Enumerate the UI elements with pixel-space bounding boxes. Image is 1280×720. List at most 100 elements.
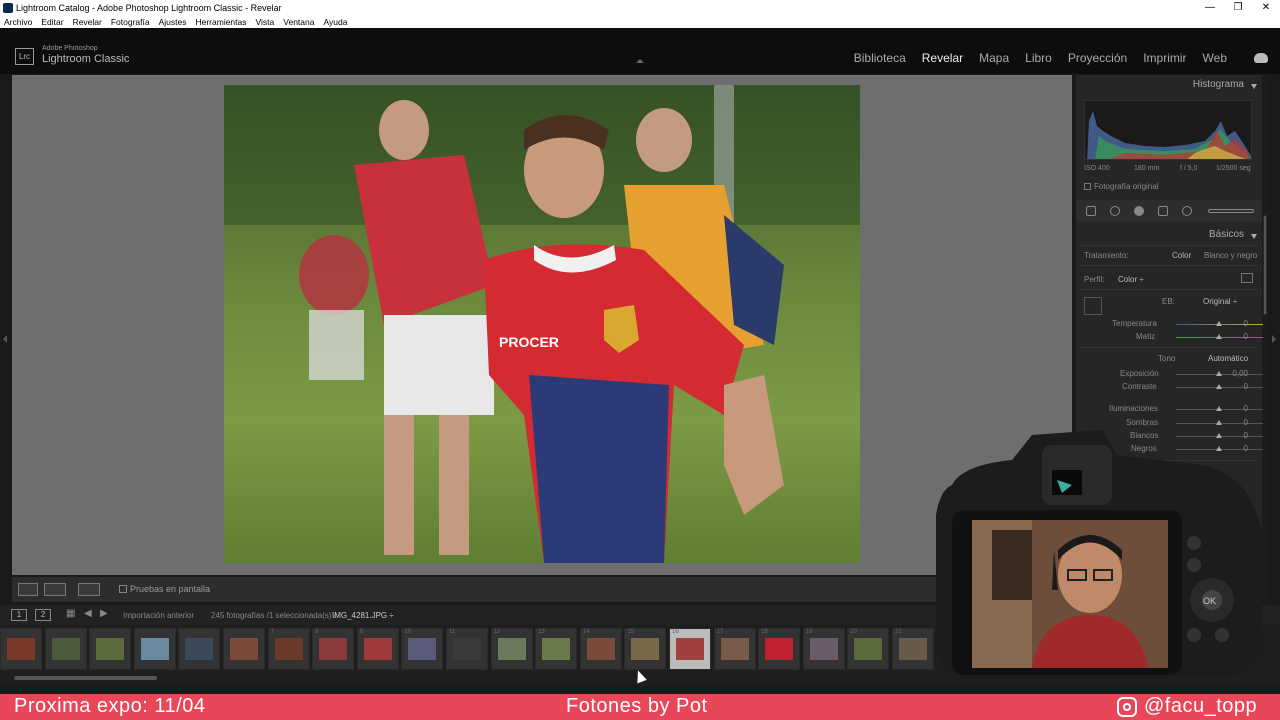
soft-proof-checkbox[interactable] — [119, 585, 127, 593]
source-label[interactable]: Importación anterior — [123, 611, 194, 620]
shadows-slider[interactable] — [1176, 420, 1266, 425]
swap-button[interactable] — [78, 583, 100, 596]
photo-canvas[interactable]: PROCER — [12, 75, 1072, 575]
highlights-slider-knob[interactable] — [1216, 406, 1222, 411]
nav-back-icon[interactable]: ◀ — [84, 608, 92, 619]
grid-view-icon[interactable]: ▦ — [66, 608, 75, 619]
loupe-view-button[interactable] — [18, 583, 38, 596]
nav-forward-icon[interactable]: ▶ — [100, 608, 108, 619]
thumb-number: 13 — [538, 629, 545, 635]
menu-revelar[interactable]: Revelar — [73, 17, 102, 27]
filmstrip-thumb[interactable]: 9 — [356, 628, 399, 670]
restore-button[interactable]: ❐ — [1224, 2, 1252, 13]
filmstrip-thumb[interactable]: 20 — [847, 628, 890, 670]
cloud-icon[interactable] — [1254, 53, 1268, 63]
filmstrip-thumb[interactable]: 12 — [490, 628, 533, 670]
module-biblioteca[interactable]: Biblioteca — [854, 51, 906, 65]
spot-removal-icon[interactable] — [1110, 206, 1120, 216]
right-panel-scroll-thumb[interactable] — [1263, 215, 1267, 315]
monitor-1-button[interactable]: 1 — [11, 609, 27, 621]
tint-slider[interactable] — [1176, 334, 1266, 339]
filmstrip-scrollbar[interactable] — [14, 676, 157, 680]
treatment-color-button[interactable]: Color — [1172, 251, 1191, 260]
red-eye-icon[interactable] — [1134, 206, 1144, 216]
exposure-slider[interactable] — [1176, 371, 1266, 376]
basics-header[interactable]: Básicos — [1076, 229, 1262, 245]
contrast-slider[interactable] — [1176, 384, 1266, 389]
module-imprimir[interactable]: Imprimir — [1143, 51, 1186, 65]
current-filename[interactable]: IMG_4281.JPG ÷ — [332, 611, 394, 620]
tint-label: Matiz — [1136, 332, 1156, 341]
tint-slider-knob[interactable] — [1216, 334, 1222, 339]
menu-editar[interactable]: Editar — [41, 17, 63, 27]
menu-archivo[interactable]: Archivo — [4, 17, 32, 27]
filmstrip-thumb[interactable]: 16 — [669, 628, 711, 670]
module-web[interactable]: Web — [1203, 51, 1227, 65]
menu-ajustes[interactable]: Ajustes — [159, 17, 187, 27]
filmstrip-thumb[interactable]: 13 — [535, 628, 578, 670]
temp-value[interactable]: 0 — [1244, 319, 1248, 328]
collapse-top-arrow-icon[interactable] — [636, 59, 644, 63]
filmstrip-thumb[interactable] — [44, 628, 87, 670]
filmstrip-thumb[interactable]: 19 — [802, 628, 845, 670]
module-libro[interactable]: Libro — [1025, 51, 1052, 65]
main-photo[interactable]: PROCER — [224, 85, 860, 563]
thumb-number: 11 — [449, 629, 456, 635]
temp-slider-knob[interactable] — [1216, 321, 1222, 326]
filmstrip-thumb[interactable]: 7 — [267, 628, 310, 670]
eyedropper-icon[interactable] — [1084, 297, 1102, 315]
wb-dropdown[interactable]: Original ÷ — [1203, 297, 1237, 306]
temp-slider[interactable] — [1176, 321, 1266, 326]
tool-strip — [1076, 200, 1262, 222]
highlights-value[interactable]: 0 — [1244, 404, 1248, 413]
menu-ventana[interactable]: Ventana — [283, 17, 314, 27]
filmstrip-thumb[interactable]: 8 — [312, 628, 355, 670]
filmstrip-thumb[interactable]: 17 — [713, 628, 756, 670]
filmstrip-thumb[interactable]: 21 — [892, 628, 934, 670]
right-panel-arrow-icon[interactable] — [1272, 335, 1276, 343]
menu-fotografia[interactable]: Fotografía — [111, 17, 150, 27]
minimize-button[interactable]: — — [1196, 2, 1224, 13]
left-panel-arrow-icon[interactable] — [3, 335, 7, 343]
menu-vista[interactable]: Vista — [256, 17, 275, 27]
brush-slider-icon[interactable] — [1208, 209, 1254, 213]
thumb-image — [631, 638, 660, 660]
thumb-image — [453, 638, 481, 660]
module-mapa[interactable]: Mapa — [979, 51, 1009, 65]
histogram-header[interactable]: Histograma — [1076, 79, 1262, 95]
menu-herramientas[interactable]: Herramientas — [195, 17, 246, 27]
highlights-slider[interactable] — [1176, 406, 1266, 411]
module-proyeccion[interactable]: Proyección — [1068, 51, 1127, 65]
monitor-2-button[interactable]: 2 — [35, 609, 51, 621]
filmstrip-thumb[interactable] — [0, 628, 42, 670]
filmstrip-thumb[interactable]: 18 — [758, 628, 801, 670]
graduated-filter-icon[interactable] — [1158, 206, 1168, 216]
contrast-slider-knob[interactable] — [1216, 384, 1222, 389]
profile-dropdown[interactable]: Color ÷ — [1118, 275, 1144, 284]
module-revelar[interactable]: Revelar — [922, 51, 963, 65]
exposure-slider-knob[interactable] — [1216, 371, 1222, 376]
filmstrip-thumb[interactable]: 10 — [401, 628, 444, 670]
close-button[interactable]: ✕ — [1252, 2, 1280, 13]
filmstrip-thumb[interactable]: 15 — [624, 628, 667, 670]
original-photo-toggle[interactable]: Fotografía original — [1084, 182, 1158, 191]
tone-auto-button[interactable]: Automático — [1208, 354, 1248, 363]
filmstrip-thumb[interactable] — [178, 628, 221, 670]
crop-tool-icon[interactable] — [1086, 206, 1096, 216]
filmstrip-thumb[interactable]: 11 — [446, 628, 488, 670]
original-photo-checkbox[interactable] — [1084, 183, 1091, 190]
histogram[interactable] — [1084, 100, 1252, 160]
treatment-bw-button[interactable]: Blanco y negro — [1204, 251, 1257, 260]
filmstrip-thumb[interactable] — [133, 628, 176, 670]
filmstrip-thumb[interactable] — [223, 628, 265, 670]
exposure-value[interactable]: 0,00 — [1232, 369, 1248, 378]
before-after-button[interactable] — [44, 583, 66, 596]
radial-filter-icon[interactable] — [1182, 206, 1192, 216]
tint-value[interactable]: 0 — [1244, 332, 1248, 341]
profile-browser-icon[interactable] — [1241, 273, 1253, 283]
window-titlebar: Lightroom Catalog - Adobe Photoshop Ligh… — [0, 0, 1280, 15]
filmstrip-thumb[interactable]: 14 — [579, 628, 622, 670]
contrast-value[interactable]: 0 — [1244, 382, 1248, 391]
filmstrip-thumb[interactable] — [89, 628, 132, 670]
menu-ayuda[interactable]: Ayuda — [323, 17, 347, 27]
